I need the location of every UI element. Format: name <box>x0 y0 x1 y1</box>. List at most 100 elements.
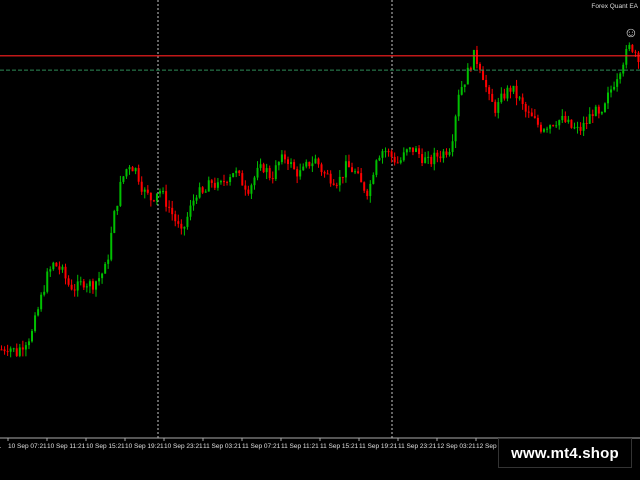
time-axis-label: 10 Sep 23:21 <box>164 443 203 450</box>
bear-candle <box>491 93 494 102</box>
bear-candle <box>357 171 360 174</box>
bull-candle <box>195 197 198 201</box>
bull-candle <box>128 167 131 170</box>
bull-candle <box>277 162 280 166</box>
bull-candle <box>454 116 457 142</box>
bear-candle <box>201 187 204 193</box>
bear-candle <box>530 112 533 117</box>
bear-candle <box>411 147 414 152</box>
bear-candle <box>58 266 61 270</box>
time-axis-label: 10 Sep 19:21 <box>125 443 164 450</box>
bear-candle <box>421 154 424 163</box>
bear-candle <box>3 349 6 352</box>
bear-candle <box>287 159 289 165</box>
bull-candle <box>253 177 256 186</box>
bull-candle <box>372 174 375 184</box>
bull-candle <box>198 187 201 198</box>
bull-candle <box>37 309 40 316</box>
watermark-box: www.mt4.shop <box>498 438 632 468</box>
expert-advisor-label: Forex Quant EA <box>591 3 638 10</box>
bear-candle <box>539 124 542 132</box>
bear-candle <box>536 117 539 125</box>
bull-candle <box>98 278 101 282</box>
bear-candle <box>482 69 485 80</box>
bull-candle <box>52 262 55 270</box>
bear-candle <box>82 281 85 288</box>
bear-candle <box>15 348 18 356</box>
bull-candle <box>113 211 116 233</box>
bull-candle <box>49 269 52 272</box>
bull-candle <box>31 330 33 342</box>
bull-candle <box>433 152 436 165</box>
bull-candle <box>442 151 445 159</box>
bull-candle <box>186 216 189 227</box>
bull-candle <box>405 149 408 153</box>
bull-candle <box>88 281 91 287</box>
bear-candle <box>494 101 497 113</box>
bear-candle <box>503 93 506 99</box>
bull-candle <box>378 157 381 161</box>
bear-candle <box>140 181 143 192</box>
bull-candle <box>399 160 402 163</box>
bear-candle <box>591 114 594 117</box>
bear-candle <box>509 87 512 92</box>
bear-candle <box>485 79 488 88</box>
bear-candle <box>171 207 174 215</box>
bull-candle <box>603 103 606 112</box>
bull-candle <box>543 129 545 132</box>
bull-candle <box>384 151 387 153</box>
bull-candle <box>594 106 597 117</box>
bear-candle <box>180 223 183 229</box>
bear-candle <box>91 281 94 290</box>
bear-candle <box>64 266 67 279</box>
bear-candle <box>445 151 448 155</box>
bull-candle <box>24 345 27 350</box>
bull-candle <box>354 171 357 173</box>
bear-candle <box>418 148 421 155</box>
bear-candle <box>241 173 244 186</box>
bear-candle <box>67 278 70 285</box>
bull-candle <box>472 49 475 70</box>
bull-candle <box>311 163 314 167</box>
bull-candle <box>107 259 110 264</box>
bull-candle <box>27 341 30 346</box>
bear-candle <box>177 221 180 224</box>
bull-candle <box>79 281 82 283</box>
bull-candle <box>40 294 43 310</box>
bull-candle <box>463 84 466 88</box>
bear-candle <box>341 176 344 178</box>
bull-candle <box>338 176 341 186</box>
price-chart[interactable]: 10 Sep 07:21 10 Sep 11:21 10 Sep 15:21 10 S… <box>0 0 640 480</box>
bear-candle <box>597 106 600 114</box>
bull-candle <box>216 182 219 188</box>
bear-candle <box>146 189 149 193</box>
bear-candle <box>515 85 518 99</box>
bull-candle <box>375 160 378 175</box>
bear-candle <box>634 51 637 53</box>
time-axis-label: 11 Sep 11:21 <box>281 443 319 450</box>
bull-candle <box>369 183 372 196</box>
candlestick-chart-canvas[interactable]: 10 Sep 07:21 10 Sep 11:21 10 Sep 15:21 10 S… <box>0 0 640 480</box>
bear-candle <box>55 262 58 267</box>
bear-candle <box>351 167 353 172</box>
time-axis-label: 21 <box>0 443 2 450</box>
bear-candle <box>524 104 527 112</box>
bear-candle <box>390 151 393 157</box>
bear-candle <box>332 183 335 185</box>
bull-candle <box>299 170 302 177</box>
bull-candle <box>588 114 591 124</box>
bull-candle <box>558 120 561 126</box>
bull-candle <box>85 286 88 288</box>
bull-candle <box>192 200 195 206</box>
bull-candle <box>506 87 509 99</box>
bear-candle <box>262 164 265 173</box>
bear-candle <box>363 182 366 191</box>
time-axis-label: 12 Sep 03:21 <box>437 443 476 450</box>
bear-candle <box>293 162 296 170</box>
time-axis-label: 10 Sep 11:21 <box>47 443 86 450</box>
bear-candle <box>149 192 152 201</box>
bull-candle <box>18 347 21 356</box>
bull-candle <box>613 86 616 90</box>
bear-candle <box>387 151 390 153</box>
bull-candle <box>573 127 576 129</box>
